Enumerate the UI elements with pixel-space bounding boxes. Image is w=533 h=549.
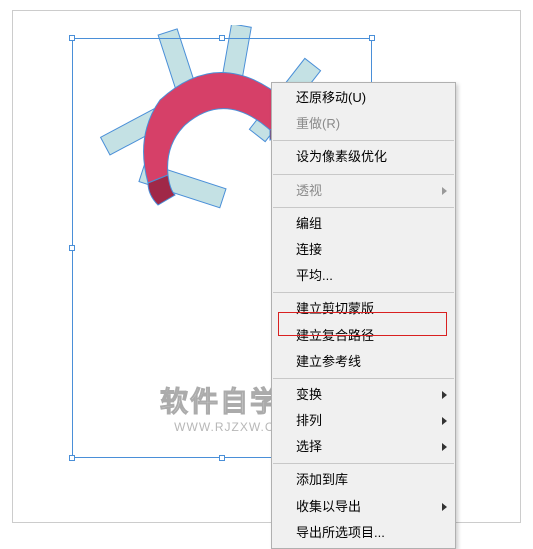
menu-group-label: 编组 (296, 215, 322, 233)
menu-perspective: 透视 (272, 178, 455, 204)
menu-join[interactable]: 连接 (272, 237, 455, 263)
menu-undo-move-label: 还原移动(U) (296, 89, 366, 107)
menu-make-compound-path[interactable]: 建立复合路径 (272, 323, 455, 349)
menu-collect-export[interactable]: 收集以导出 (272, 494, 455, 520)
handle-top-right[interactable] (369, 35, 375, 41)
menu-select[interactable]: 选择 (272, 434, 455, 460)
menu-transform-label: 变换 (296, 386, 322, 404)
handle-bottom-left[interactable] (69, 455, 75, 461)
chevron-right-icon (442, 443, 447, 451)
handle-top-left[interactable] (69, 35, 75, 41)
handle-top-middle[interactable] (219, 35, 225, 41)
context-menu: 还原移动(U) 重做(R) 设为像素级优化 透视 编组 连接 平均... 建立剪… (271, 82, 456, 549)
handle-middle-left[interactable] (69, 245, 75, 251)
menu-arrange-label: 排列 (296, 412, 322, 430)
menu-transform[interactable]: 变换 (272, 382, 455, 408)
menu-add-to-library[interactable]: 添加到库 (272, 467, 455, 493)
menu-redo-label: 重做(R) (296, 115, 340, 133)
menu-separator (273, 292, 454, 293)
menu-undo-move[interactable]: 还原移动(U) (272, 85, 455, 111)
menu-average[interactable]: 平均... (272, 263, 455, 289)
menu-select-label: 选择 (296, 438, 322, 456)
menu-make-clipping-mask-label: 建立剪切蒙版 (296, 300, 374, 318)
menu-separator (273, 174, 454, 175)
chevron-right-icon (442, 503, 447, 511)
menu-perspective-label: 透视 (296, 182, 322, 200)
menu-make-guides-label: 建立参考线 (296, 353, 361, 371)
chevron-right-icon (442, 417, 447, 425)
menu-pixel-optimize-label: 设为像素级优化 (296, 148, 387, 166)
menu-average-label: 平均... (296, 267, 333, 285)
menu-separator (273, 378, 454, 379)
menu-make-guides[interactable]: 建立参考线 (272, 349, 455, 375)
menu-join-label: 连接 (296, 241, 322, 259)
menu-group[interactable]: 编组 (272, 211, 455, 237)
menu-separator (273, 140, 454, 141)
menu-separator (273, 463, 454, 464)
menu-add-to-library-label: 添加到库 (296, 471, 348, 489)
menu-collect-export-label: 收集以导出 (296, 498, 361, 516)
chevron-right-icon (442, 187, 447, 195)
menu-pixel-optimize[interactable]: 设为像素级优化 (272, 144, 455, 170)
menu-separator (273, 207, 454, 208)
menu-arrange[interactable]: 排列 (272, 408, 455, 434)
menu-make-clipping-mask[interactable]: 建立剪切蒙版 (272, 296, 455, 322)
chevron-right-icon (442, 391, 447, 399)
menu-make-compound-path-label: 建立复合路径 (296, 327, 374, 345)
menu-redo: 重做(R) (272, 111, 455, 137)
handle-bottom-middle[interactable] (219, 455, 225, 461)
